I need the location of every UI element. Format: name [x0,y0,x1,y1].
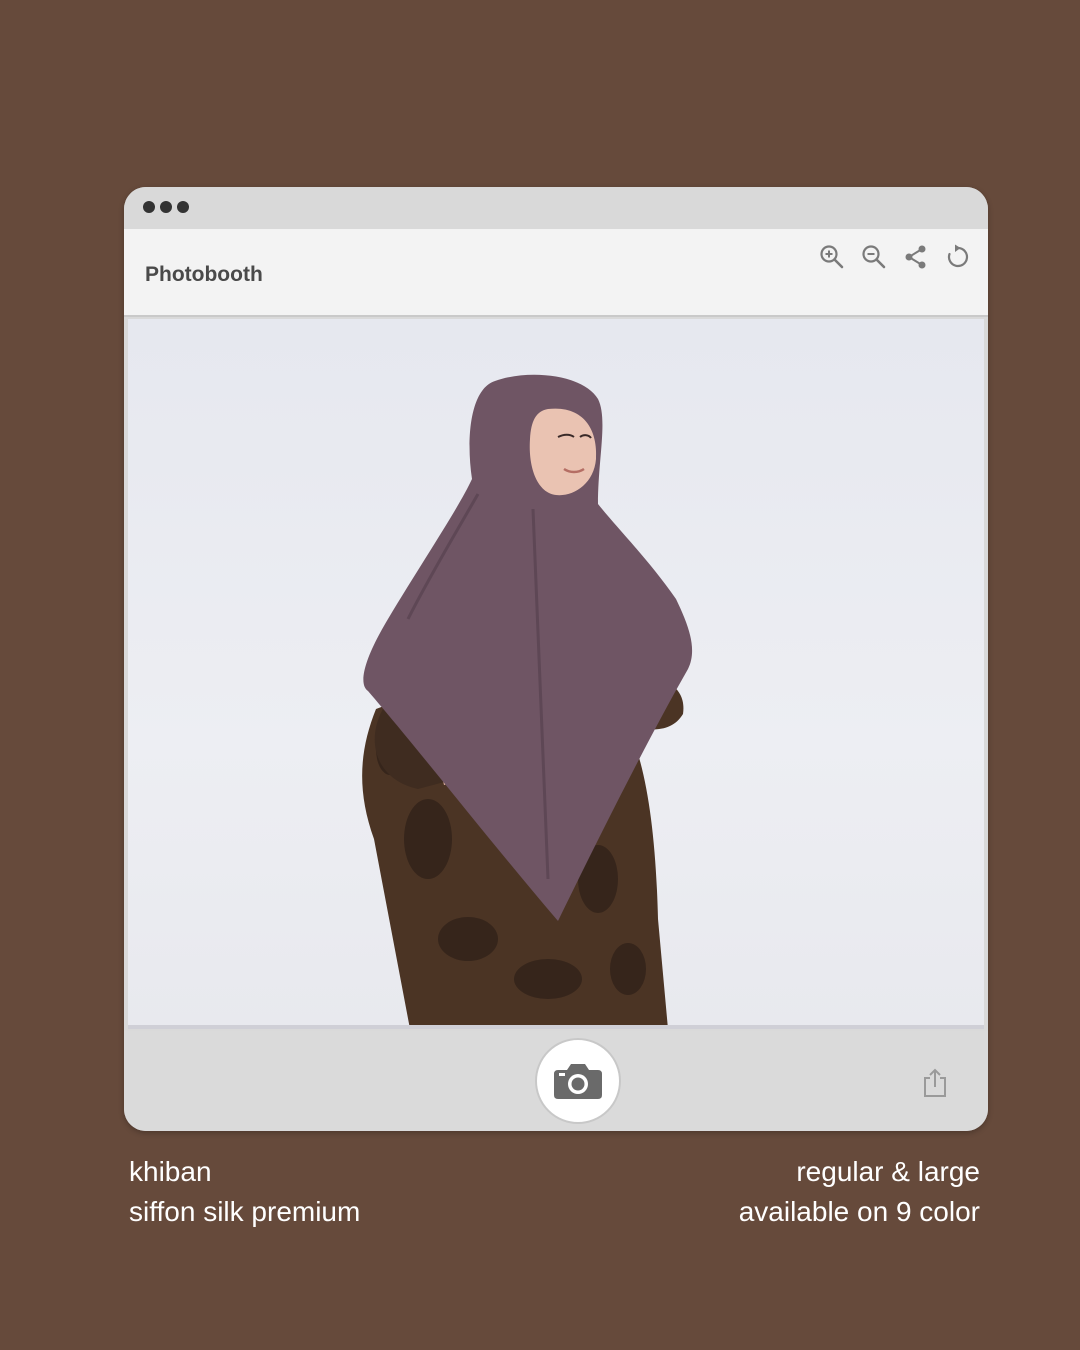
photo-viewport [128,319,984,1029]
window-dot-2[interactable] [160,201,172,213]
model-photo [128,374,984,1029]
window-dot-1[interactable] [143,201,155,213]
product-material: siffon silk premium [129,1196,361,1227]
toolbar: Photobooth [124,229,988,317]
toolbar-tools [818,243,972,271]
photobooth-window: Photobooth [124,187,988,1131]
caption-right: regular & large available on 9 color [739,1152,980,1232]
zoom-out-icon[interactable] [860,243,888,271]
bottom-bar [124,1031,988,1131]
product-sizes: regular & large [796,1156,980,1187]
export-icon[interactable] [919,1067,951,1099]
title-bar [124,187,988,229]
product-colors: available on 9 color [738,1196,980,1227]
refresh-icon[interactable] [944,243,972,271]
window-dot-3[interactable] [177,201,189,213]
zoom-in-icon[interactable] [818,243,846,271]
shutter-button[interactable] [535,1038,621,1124]
caption-left: khiban siffon silk premium [129,1152,360,1232]
camera-icon [554,1064,602,1099]
window-controls [143,201,189,213]
share-icon[interactable] [902,243,930,271]
product-name: khiban [129,1156,212,1187]
app-title: Photobooth [145,263,263,286]
